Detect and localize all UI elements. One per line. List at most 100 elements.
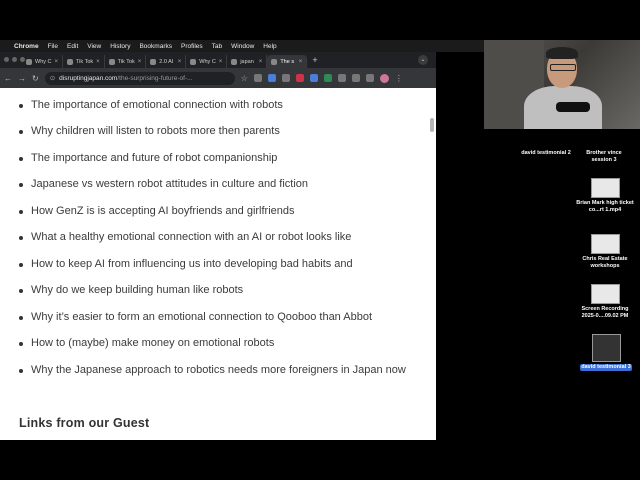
address-path: /the-surprising-future-of-...	[117, 74, 193, 82]
bookmark-star-icon[interactable]: ☆	[241, 74, 248, 83]
tab-label: The s	[280, 58, 295, 65]
list-item-text: Why children will listen to robots more …	[31, 125, 280, 137]
scrollbar-thumb[interactable]	[430, 118, 434, 132]
menu-profiles[interactable]: Profiles	[181, 43, 203, 50]
profile-avatar[interactable]	[379, 73, 389, 83]
desktop-file-label: Brian Mark high ticket co...rt 1.mp4	[576, 200, 634, 213]
desktop-file[interactable]: Brian Mark high ticket co...rt 1.mp4	[575, 178, 635, 214]
forward-icon[interactable]: →	[18, 74, 26, 83]
desktop-file-selected[interactable]: david testimonial 3	[580, 334, 632, 371]
close-tab-icon[interactable]: ×	[259, 59, 263, 65]
extension-icon[interactable]	[267, 74, 276, 82]
file-thumbnail	[591, 334, 621, 362]
window-controls	[4, 57, 25, 62]
menu-bookmarks[interactable]: Bookmarks	[139, 43, 172, 50]
list-item-text: Why it’s easier to form an emotional con…	[31, 311, 372, 323]
list-item-text: Japanese vs western robot attitudes in c…	[31, 178, 308, 190]
new-tab-icon[interactable]: +	[312, 55, 317, 65]
list-item-text: Why the Japanese approach to robotics ne…	[31, 364, 406, 376]
desktop-file-label: Screen Recording 2025-0....09.02 PM	[581, 306, 629, 319]
close-window-icon[interactable]	[4, 57, 9, 62]
section-heading: Links from our Guest	[19, 416, 150, 430]
presenter-glasses	[550, 64, 576, 71]
list-item: How GenZ is is accepting AI boyfriends a…	[19, 205, 295, 217]
tab-label: 2.0 AI	[159, 58, 174, 65]
desktop-file-label: Chris Real Estate workshops	[582, 256, 628, 269]
minimize-window-icon[interactable]	[12, 57, 17, 62]
browser-window: Why C × Tik Tok × Tik Tok × 2.0 AI × Why C × …	[0, 52, 436, 440]
tab-search-icon[interactable]: ⌄	[418, 55, 428, 65]
extensions-puzzle-icon[interactable]	[365, 74, 374, 82]
list-item-text: How to (maybe) make money on emotional r…	[31, 337, 275, 349]
extension-icon[interactable]	[253, 74, 262, 82]
tab-favicon	[108, 58, 115, 65]
extension-icon[interactable]	[351, 74, 360, 82]
menu-file[interactable]: File	[48, 43, 58, 50]
tab-label: Why C	[35, 58, 52, 65]
tab-label: japan	[240, 58, 254, 65]
tab-label: Tik Tok	[76, 58, 94, 65]
presenter-hair	[546, 47, 578, 59]
close-tab-icon[interactable]: ×	[55, 59, 59, 65]
file-thumbnail	[590, 284, 620, 304]
zoom-window-icon[interactable]	[20, 57, 25, 62]
tab-favicon	[150, 58, 157, 65]
extension-icon[interactable]	[281, 74, 290, 82]
tab-4[interactable]: 2.0 AI ×	[146, 55, 187, 68]
reload-icon[interactable]: ↻	[32, 74, 39, 83]
list-item: Why it’s easier to form an emotional con…	[19, 311, 372, 323]
desktop-file-label: david testimonial 3	[580, 364, 632, 371]
close-tab-icon[interactable]: ×	[96, 59, 100, 65]
desktop-file[interactable]: david testimonial 2	[516, 150, 576, 157]
list-item: How to keep AI from influencing us into …	[19, 258, 353, 270]
tab-7-active[interactable]: The s ×	[267, 55, 308, 68]
menu-tab[interactable]: Tab	[212, 43, 222, 50]
list-item: How to (maybe) make money on emotional r…	[19, 337, 274, 349]
desktop-file-label: david testimonial 2	[521, 150, 571, 156]
extension-icon[interactable]	[309, 74, 318, 82]
menu-help[interactable]: Help	[263, 43, 276, 50]
list-item-text: Why do we keep building human like robot…	[31, 284, 244, 296]
menu-edit[interactable]: Edit	[67, 43, 78, 50]
page-content: The importance of emotional connection w…	[0, 88, 436, 440]
menu-window[interactable]: Window	[231, 43, 254, 50]
menu-history[interactable]: History	[110, 43, 130, 50]
close-tab-icon[interactable]: ×	[178, 59, 182, 65]
close-tab-icon[interactable]: ×	[299, 59, 303, 65]
list-item: Why the Japanese approach to robotics ne…	[19, 364, 406, 376]
extension-icon[interactable]	[323, 74, 332, 82]
address-bar[interactable]: ⊙ disruptingjapan.com/the-surprising-fut…	[44, 71, 235, 85]
tab-favicon	[67, 58, 74, 65]
list-item: Why do we keep building human like robot…	[19, 284, 243, 296]
file-thumbnail	[590, 234, 620, 254]
tab-5[interactable]: Why C ×	[186, 55, 228, 68]
desktop-file[interactable]: Screen Recording 2025-0....09.02 PM	[575, 284, 635, 320]
extension-icon[interactable]	[337, 74, 346, 82]
menu-view[interactable]: View	[87, 43, 101, 50]
browser-toolbar: ← → ↻ ⊙ disruptingjapan.com/the-surprisi…	[0, 68, 436, 88]
tab-1[interactable]: Why C ×	[22, 55, 64, 68]
close-tab-icon[interactable]: ×	[138, 59, 142, 65]
list-item: Why children will listen to robots more …	[19, 125, 280, 137]
browser-menu-icon[interactable]: ⋮	[395, 74, 403, 83]
list-item-text: What a healthy emotional connection with…	[31, 231, 352, 243]
file-thumbnail	[590, 178, 620, 198]
tab-2[interactable]: Tik Tok ×	[63, 55, 105, 68]
tab-6[interactable]: japan ×	[227, 55, 268, 68]
list-item: What a healthy emotional connection with…	[19, 231, 351, 243]
list-item-text: The importance of emotional connection w…	[31, 99, 283, 111]
extension-icon[interactable]	[295, 74, 304, 82]
list-item: Japanese vs western robot attitudes in c…	[19, 178, 308, 190]
menu-app-name[interactable]: Chrome	[14, 43, 39, 50]
site-info-icon[interactable]: ⊙	[50, 74, 55, 82]
close-tab-icon[interactable]: ×	[219, 59, 223, 65]
tab-favicon	[190, 58, 197, 65]
desktop-file[interactable]: Chris Real Estate workshops	[575, 234, 635, 270]
list-item-text: How GenZ is is accepting AI boyfriends a…	[31, 205, 295, 217]
back-icon[interactable]: ←	[4, 74, 12, 83]
microphone	[556, 102, 590, 112]
tab-bar: Why C × Tik Tok × Tik Tok × 2.0 AI × Why C × …	[0, 52, 436, 68]
list-item-text: How to keep AI from influencing us into …	[31, 258, 353, 270]
tab-3[interactable]: Tik Tok ×	[105, 55, 147, 68]
desktop-file[interactable]: Brother vince session 3	[579, 150, 629, 164]
